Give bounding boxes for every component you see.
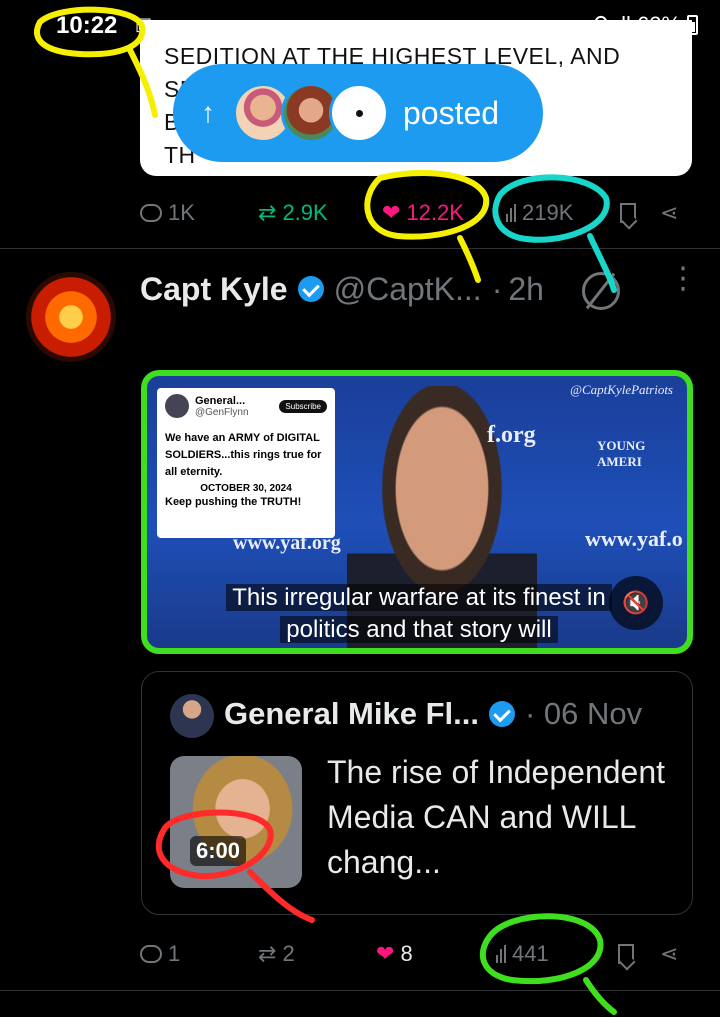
video-watermark: @CaptKylePatriots — [570, 382, 673, 397]
tweet-header: Capt Kyle @CaptK... · 2h — [140, 266, 544, 312]
card-date: OCTOBER 30, 2024 — [200, 483, 292, 494]
tweet-action-bar: 1 ⇄ 2 ❤ 8 441 ⋖ — [140, 934, 700, 974]
verified-badge-icon — [488, 701, 515, 727]
views-button[interactable]: 219K — [506, 200, 573, 226]
avatar[interactable] — [26, 272, 116, 362]
repost-icon: ⇄ — [258, 941, 277, 966]
notification-icons: ▣ ꝏ — [135, 14, 176, 34]
toast-label: posted — [403, 94, 500, 131]
quoted-author-name: General Mike Fl... — [224, 696, 479, 731]
new-posts-toast[interactable]: ↑ posted — [173, 64, 543, 162]
toast-avatars — [233, 83, 389, 143]
like-count: 12.2K — [406, 200, 464, 225]
bookmark-icon — [618, 944, 634, 964]
share-icon: ⋖ — [660, 200, 679, 225]
like-button[interactable]: ❤ 12.2K — [382, 200, 464, 226]
wifi-signal-icon: ⚲ ıll — [592, 12, 631, 37]
video-bg-text: f.org — [487, 422, 536, 448]
repost-button[interactable]: ⇄ 2.9K — [258, 200, 328, 226]
card-name: General... — [195, 394, 246, 407]
speaker-muted-icon: 🔇 — [622, 590, 650, 615]
embedded-post-card: General... @GenFlynn Subscribe We have a… — [157, 388, 335, 538]
battery-icon — [687, 15, 698, 35]
card-subscribe: Subscribe — [279, 399, 327, 413]
share-button[interactable]: ⋖ — [660, 941, 678, 967]
status-bar: 10:22 ▣ ꝏ ⚲ ıll 62% — [0, 0, 720, 46]
video-media[interactable]: f.org www.yaf.org www.yaf.o YOUNG AMERI … — [141, 370, 693, 654]
avatar — [329, 83, 389, 143]
bookmark-button[interactable] — [620, 203, 636, 223]
author-name[interactable]: Capt Kyle — [140, 271, 288, 308]
reply-button[interactable]: 1 — [140, 941, 180, 967]
video-bg-text: YOUNG AMERI — [597, 438, 646, 469]
divider — [0, 990, 720, 991]
top-action-bar: 1K ⇄ 2.9K ❤ 12.2K 219K ⋖ — [140, 193, 700, 233]
status-right: ⚲ ıll 62% — [593, 12, 698, 38]
video-caption: This irregular warfare at its finest in … — [179, 582, 659, 646]
share-button[interactable]: ⋖ — [660, 200, 678, 226]
avatar — [165, 394, 189, 418]
video-duration: 6:00 — [190, 836, 247, 866]
like-count: 8 — [400, 941, 413, 966]
arrow-up-icon: ↑ — [201, 97, 215, 128]
heart-icon: ❤ — [376, 941, 395, 966]
repost-icon: ⇄ — [258, 200, 277, 225]
quoted-text: The rise of Independent Media CAN and WI… — [327, 754, 666, 880]
reply-icon — [140, 945, 162, 963]
status-time: 10:22 — [56, 12, 118, 39]
author-handle[interactable]: @CaptK... — [334, 271, 482, 308]
caption-line: This irregular warfare at its finest in — [226, 584, 612, 611]
reply-icon — [140, 204, 162, 222]
bookmark-button[interactable] — [618, 944, 634, 964]
quoted-date: · 06 Nov — [524, 696, 643, 731]
views-icon — [506, 204, 516, 222]
reply-count: 1K — [168, 200, 195, 225]
quoted-post[interactable]: General Mike Fl... · 06 Nov 6:00 The ris… — [141, 671, 693, 915]
views-button[interactable]: 441 — [496, 941, 549, 967]
heart-icon: ❤ — [382, 200, 401, 225]
reply-count: 1 — [168, 941, 181, 966]
views-count: 219K — [522, 200, 574, 225]
card-handle: @GenFlynn — [195, 406, 249, 418]
video-bg-text: www.yaf.o — [585, 526, 683, 551]
share-icon: ⋖ — [660, 941, 679, 966]
mute-button[interactable]: 🔇 — [609, 576, 663, 630]
card-truth: Keep pushing the TRUTH! — [165, 496, 302, 508]
repost-count: 2.9K — [282, 200, 328, 225]
repost-button[interactable]: ⇄ 2 — [258, 941, 295, 967]
card-body: We have an ARMY of DIGITAL SOLDIERS...th… — [165, 432, 322, 478]
bookmark-icon — [620, 203, 636, 223]
verified-badge-icon — [297, 276, 324, 302]
more-options-icon[interactable]: ⋮ — [668, 264, 698, 294]
avatar — [170, 694, 214, 738]
like-button[interactable]: ❤ 8 — [376, 941, 413, 967]
views-icon — [496, 945, 506, 963]
reply-button[interactable]: 1K — [140, 200, 195, 226]
separator-dot: · — [491, 270, 503, 307]
tweet-time[interactable]: 2h — [508, 271, 544, 308]
divider — [0, 248, 720, 249]
grok-icon[interactable] — [582, 272, 620, 310]
quoted-header: General Mike Fl... · 06 Nov — [224, 696, 642, 732]
caption-line: politics and that story will — [280, 616, 558, 643]
repost-count: 2 — [282, 941, 295, 966]
quoted-video-thumbnail[interactable]: 6:00 — [170, 756, 302, 888]
views-count: 441 — [512, 941, 549, 966]
battery-level: 62% — [636, 12, 681, 37]
